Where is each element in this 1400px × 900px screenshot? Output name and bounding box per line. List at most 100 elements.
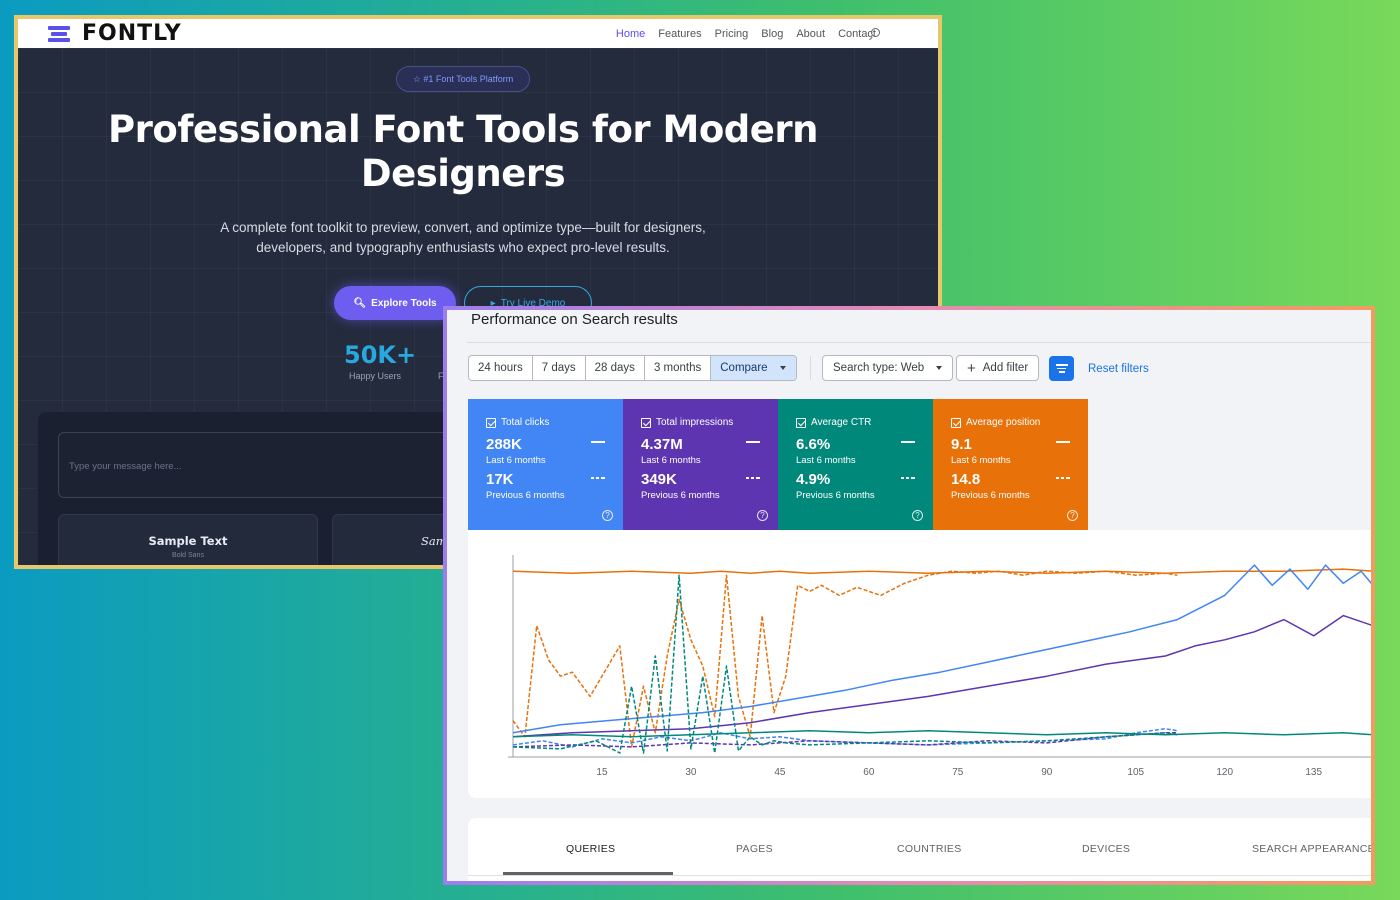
- search-icon[interactable]: [871, 28, 880, 37]
- search-console-screenshot: Performance on Search results 24 hours 7…: [443, 306, 1375, 885]
- fontly-logo-icon: [48, 25, 70, 43]
- metric-previous-value: 4.9%: [796, 471, 831, 488]
- divider: [467, 342, 1371, 343]
- font-sample-card[interactable]: Sample Text Bold Sans: [58, 514, 318, 565]
- metric-label: Total impressions: [656, 417, 734, 428]
- metric-previous-period: Previous 6 months: [796, 490, 875, 501]
- metric-cards: Total clicks 288K Last 6 months 17K Prev…: [468, 399, 1088, 530]
- page-title: Performance on Search results: [471, 311, 678, 328]
- metric-label: Total clicks: [501, 417, 550, 428]
- metric-current-period: Last 6 months: [951, 455, 1011, 466]
- metric-current-value: 9.1: [951, 436, 972, 453]
- metric-label: Average position: [966, 417, 1041, 428]
- font-sample-title: Sample Text: [148, 534, 228, 548]
- selected-tab-indicator: [503, 872, 673, 875]
- x-tick-label: 75: [952, 767, 964, 778]
- metric-previous-value: 349K: [641, 471, 677, 488]
- dashed-line-legend-icon: [901, 477, 915, 479]
- tab-pages[interactable]: PAGES: [736, 843, 773, 855]
- metric-current-value: 288K: [486, 436, 522, 453]
- reset-filters-link[interactable]: Reset filters: [1088, 363, 1149, 375]
- series-line-7: [512, 574, 1178, 754]
- compare-dropdown[interactable]: Compare: [711, 356, 796, 380]
- help-icon[interactable]: ?: [757, 510, 768, 521]
- hero-subtitle: A complete font toolkit to preview, conv…: [220, 220, 706, 255]
- compare-label: Compare: [720, 362, 768, 374]
- metric-card-average-ctr[interactable]: Average CTR 6.6% Last 6 months 4.9% Prev…: [778, 399, 933, 530]
- fontly-navbar: FONTLY Home Features Pricing Blog About …: [18, 19, 938, 48]
- x-tick-label: 30: [685, 767, 697, 778]
- metric-card-average-position[interactable]: Average position 9.1 Last 6 months 14.8 …: [933, 399, 1088, 530]
- help-icon[interactable]: ?: [912, 510, 923, 521]
- nav-blog[interactable]: Blog: [761, 28, 783, 40]
- x-tick-label: 120: [1216, 767, 1233, 778]
- series-line-6: [512, 729, 1371, 738]
- series-line-4: [512, 614, 1371, 738]
- metric-card-total-clicks[interactable]: Total clicks 288K Last 6 months 17K Prev…: [468, 399, 623, 530]
- checkbox-checked-icon: [486, 417, 496, 428]
- explore-tools-button[interactable]: 🔍︎ Explore Tools: [334, 286, 456, 320]
- performance-chart-svg: 15 30 45 60 75 90 105 120 135: [508, 555, 1371, 778]
- solid-line-legend-icon: [901, 441, 915, 443]
- metric-previous-period: Previous 6 months: [951, 490, 1030, 501]
- fontly-nav-menu: Home Features Pricing Blog About Contact: [616, 19, 876, 48]
- solid-line-legend-icon: [1056, 441, 1070, 443]
- stat-value: 50K+: [344, 341, 417, 369]
- help-icon[interactable]: ?: [1067, 510, 1078, 521]
- divider: [468, 875, 1371, 876]
- tab-queries[interactable]: QUERIES: [566, 843, 615, 855]
- series-line-5: [512, 732, 1178, 748]
- checkbox-checked-icon: [796, 417, 806, 428]
- metric-previous-value: 17K: [486, 471, 514, 488]
- range-28-days[interactable]: 28 days: [586, 356, 645, 380]
- hero-title: Professional Font Tools for Modern Desig…: [108, 108, 818, 195]
- plus-icon: +: [967, 359, 976, 377]
- add-filter-button[interactable]: + Add filter: [956, 355, 1040, 381]
- x-tick-label: 15: [596, 767, 608, 778]
- tab-search-appearance[interactable]: SEARCH APPEARANCE: [1252, 843, 1371, 855]
- nav-about[interactable]: About: [796, 28, 825, 40]
- date-range-selector: 24 hours 7 days 28 days 3 months Compare: [468, 355, 797, 381]
- search-icon: 🔍︎: [353, 297, 367, 309]
- metric-current-value: 4.37M: [641, 436, 683, 453]
- metric-current-period: Last 6 months: [796, 455, 856, 466]
- stat-label: Happy Users: [349, 371, 402, 381]
- fontly-logo[interactable]: FONTLY: [48, 21, 182, 46]
- range-24-hours[interactable]: 24 hours: [469, 356, 533, 380]
- x-tick-label: 90: [1041, 767, 1053, 778]
- series-line-2: [512, 564, 1371, 734]
- tab-devices[interactable]: DEVICES: [1082, 843, 1130, 855]
- metric-current-period: Last 6 months: [641, 455, 701, 466]
- caret-down-icon: [779, 366, 786, 370]
- add-filter-label: Add filter: [982, 362, 1029, 374]
- platform-badge: ☆ #1 Font Tools Platform: [396, 66, 530, 92]
- range-7-days[interactable]: 7 days: [533, 356, 586, 380]
- performance-chart: 15 30 45 60 75 90 105 120 135: [468, 530, 1371, 798]
- x-tick-label: 135: [1305, 767, 1322, 778]
- search-type-label: Search type: Web: [833, 362, 925, 374]
- metric-card-total-impressions[interactable]: Total impressions 4.37M Last 6 months 34…: [623, 399, 778, 530]
- checkbox-checked-icon: [641, 417, 651, 428]
- fontly-logo-text: FONTLY: [82, 21, 182, 46]
- metric-label: Average CTR: [811, 417, 872, 428]
- divider: [810, 356, 811, 380]
- x-tick-label: 45: [774, 767, 786, 778]
- dimension-tabs: QUERIES PAGES COUNTRIES DEVICES SEARCH A…: [468, 818, 1371, 881]
- font-sample-subtitle: Bold Sans: [172, 552, 204, 559]
- search-type-dropdown[interactable]: Search type: Web: [822, 355, 954, 381]
- dashed-line-legend-icon: [746, 477, 760, 479]
- metric-previous-period: Previous 6 months: [486, 490, 565, 501]
- range-3-months[interactable]: 3 months: [645, 356, 712, 380]
- dashed-line-legend-icon: [1056, 477, 1070, 479]
- nav-home[interactable]: Home: [616, 28, 645, 40]
- filter-settings-button[interactable]: [1049, 356, 1074, 381]
- metric-previous-value: 14.8: [951, 471, 981, 488]
- explore-tools-label: Explore Tools: [371, 297, 437, 309]
- tab-countries[interactable]: COUNTRIES: [897, 843, 962, 855]
- metric-current-period: Last 6 months: [486, 455, 546, 466]
- caret-down-icon: [936, 366, 943, 370]
- dashed-line-legend-icon: [591, 477, 605, 479]
- nav-features[interactable]: Features: [658, 28, 701, 40]
- nav-pricing[interactable]: Pricing: [715, 28, 749, 40]
- help-icon[interactable]: ?: [602, 510, 613, 521]
